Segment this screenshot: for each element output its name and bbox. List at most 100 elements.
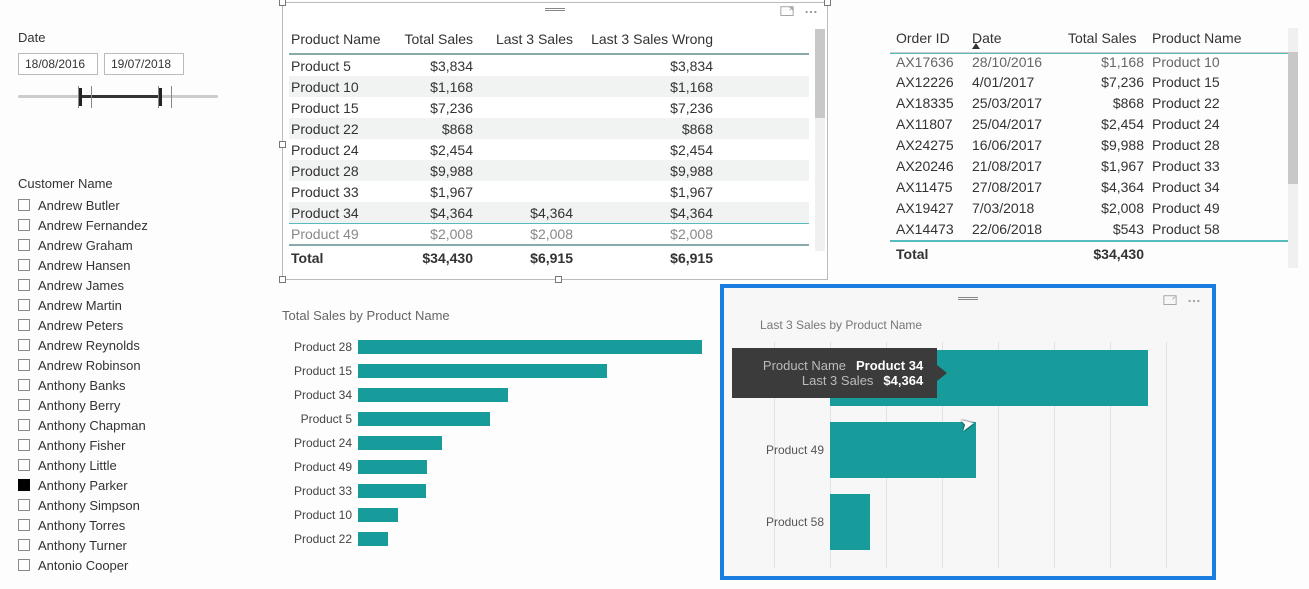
chart-bar[interactable]: Product 22 [282,527,702,551]
checkbox-icon[interactable] [18,499,30,511]
table-row[interactable]: AX1447322/06/2018$543Product 58 [890,221,1298,242]
checkbox-icon[interactable] [18,299,30,311]
visual-drag-handle[interactable] [545,7,565,13]
table-row[interactable]: AX122264/01/2017$7,236Product 15 [890,74,1298,95]
table-row[interactable]: Product 33$1,967$1,967 [289,181,809,202]
customer-item[interactable]: Andrew James [18,275,218,295]
more-options-icon[interactable] [803,5,819,19]
table-row[interactable]: Product 15$7,236$7,236 [289,97,809,118]
resize-handle[interactable] [279,141,286,148]
checkbox-icon[interactable] [18,279,30,291]
table-row[interactable]: AX1147527/08/2017$4,364Product 34 [890,179,1298,200]
col-product-name[interactable]: Product Name [1152,30,1272,46]
checkbox-icon[interactable] [18,559,30,571]
checkbox-icon[interactable] [18,359,30,371]
checkbox-icon[interactable] [18,219,30,231]
table-row[interactable]: Product 28$9,988$9,988 [289,160,809,181]
resize-handle[interactable] [555,276,562,283]
table-row[interactable]: AX2427516/06/2017$9,988Product 28 [890,137,1298,158]
table-row[interactable]: Product 34$4,364$4,364$4,364 [289,202,809,223]
col-total-sales[interactable]: Total Sales [401,31,491,47]
chart-bar[interactable]: Product 15 [282,359,702,383]
resize-handle[interactable] [279,0,286,6]
customer-item[interactable]: Anthony Berry [18,395,218,415]
chart-bar[interactable]: Product 24 [282,431,702,455]
table-row[interactable]: Product 24$2,454$2,454 [289,139,809,160]
customer-item[interactable]: Anthony Simpson [18,495,218,515]
last3-sales-chart[interactable]: Last 3 Sales by Product Name Product 34P… [720,284,1216,580]
cell-product: Product 33 [291,184,401,200]
table-row[interactable]: Product 5$3,834$3,834 [289,55,809,76]
slider-handle-left[interactable] [78,88,82,106]
slider-handle-right[interactable] [158,88,162,106]
total-sales-chart[interactable]: Total Sales by Product Name Product 28Pr… [282,308,702,586]
customer-item[interactable]: Anthony Chapman [18,415,218,435]
table-row[interactable]: AX2024621/08/2017$1,967Product 33 [890,158,1298,179]
checkbox-icon[interactable] [18,419,30,431]
more-options-icon[interactable] [1186,294,1202,308]
customer-item[interactable]: Anthony Banks [18,375,218,395]
customer-item[interactable]: Andrew Fernandez [18,215,218,235]
resize-handle[interactable] [824,0,831,6]
checkbox-icon[interactable] [18,439,30,451]
checkbox-icon[interactable] [18,539,30,551]
order-scrollbar[interactable] [1288,28,1298,268]
checkbox-icon[interactable] [18,459,30,471]
date-slider[interactable] [18,87,218,111]
chart-bar[interactable]: Product 28 [282,335,702,359]
table-row[interactable]: AX194277/03/2018$2,008Product 49 [890,200,1298,221]
customer-item[interactable]: Anthony Little [18,455,218,475]
customer-item[interactable]: Andrew Martin [18,295,218,315]
chart-bar[interactable]: Product 49 [282,455,702,479]
checkbox-icon[interactable] [18,339,30,351]
customer-item[interactable]: Anthony Turner [18,535,218,555]
checkbox-icon[interactable] [18,239,30,251]
customer-item[interactable]: Andrew Butler [18,195,218,215]
checkbox-icon[interactable] [18,519,30,531]
customer-item[interactable]: Andrew Robinson [18,355,218,375]
col-order-id[interactable]: Order ID [896,30,972,46]
customer-item[interactable]: Anthony Fisher [18,435,218,455]
focus-mode-icon[interactable] [1162,294,1178,308]
order-table-visual[interactable]: Order ID Date Total Sales Product Name A… [890,28,1298,268]
resize-handle[interactable] [279,276,286,283]
col-last3-sales[interactable]: Last 3 Sales [491,31,591,47]
table-row[interactable]: AX1180725/04/2017$2,454Product 24 [890,116,1298,137]
customer-item[interactable]: Anthony Parker [18,475,218,495]
table-row[interactable]: Product 10$1,168$1,168 [289,76,809,97]
chart-bar[interactable]: Product 33 [282,479,702,503]
checkbox-icon[interactable] [18,479,30,491]
table-row[interactable]: Product 49$2,008$2,008$2,008 [289,223,809,244]
table-row[interactable]: AX1833525/03/2017$868Product 22 [890,95,1298,116]
col-product-name[interactable]: Product Name [291,31,401,47]
customer-item[interactable]: Andrew Reynolds [18,335,218,355]
customer-item[interactable]: Anthony Torres [18,515,218,535]
checkbox-icon[interactable] [18,379,30,391]
date-end-input[interactable]: 19/07/2018 [104,53,184,75]
table-row[interactable]: Product 22$868$868 [289,118,809,139]
col-date[interactable]: Date [972,30,1068,46]
chart-bar[interactable]: Product 5 [282,407,702,431]
visual-drag-handle[interactable] [958,296,978,301]
scrollbar-thumb[interactable] [1288,52,1298,184]
customer-item[interactable]: Antonio Cooper [18,555,218,575]
customer-item[interactable]: Andrew Peters [18,315,218,335]
col-last3-wrong[interactable]: Last 3 Sales Wrong [591,31,731,47]
customer-item[interactable]: Andrew Graham [18,235,218,255]
scrollbar-thumb[interactable] [815,29,825,118]
col-total-sales[interactable]: Total Sales [1068,30,1152,46]
focus-mode-icon[interactable] [779,5,795,19]
table-scrollbar[interactable] [815,29,825,251]
checkbox-icon[interactable] [18,399,30,411]
chart-bar[interactable]: Product 34 [282,383,702,407]
customer-item[interactable]: Andrew Hansen [18,255,218,275]
chart-bar[interactable]: Product 10 [282,503,702,527]
cell-product: Product 49 [1152,200,1272,221]
table-row[interactable]: AX1763628/10/2016$1,168Product 10 [890,53,1298,74]
checkbox-icon[interactable] [18,259,30,271]
checkbox-icon[interactable] [18,199,30,211]
date-start-input[interactable]: 18/08/2016 [18,53,98,75]
chart-bar[interactable]: Product 58 [754,486,1194,558]
checkbox-icon[interactable] [18,319,30,331]
sales-table-visual[interactable]: Product Name Total Sales Last 3 Sales La… [282,2,828,280]
